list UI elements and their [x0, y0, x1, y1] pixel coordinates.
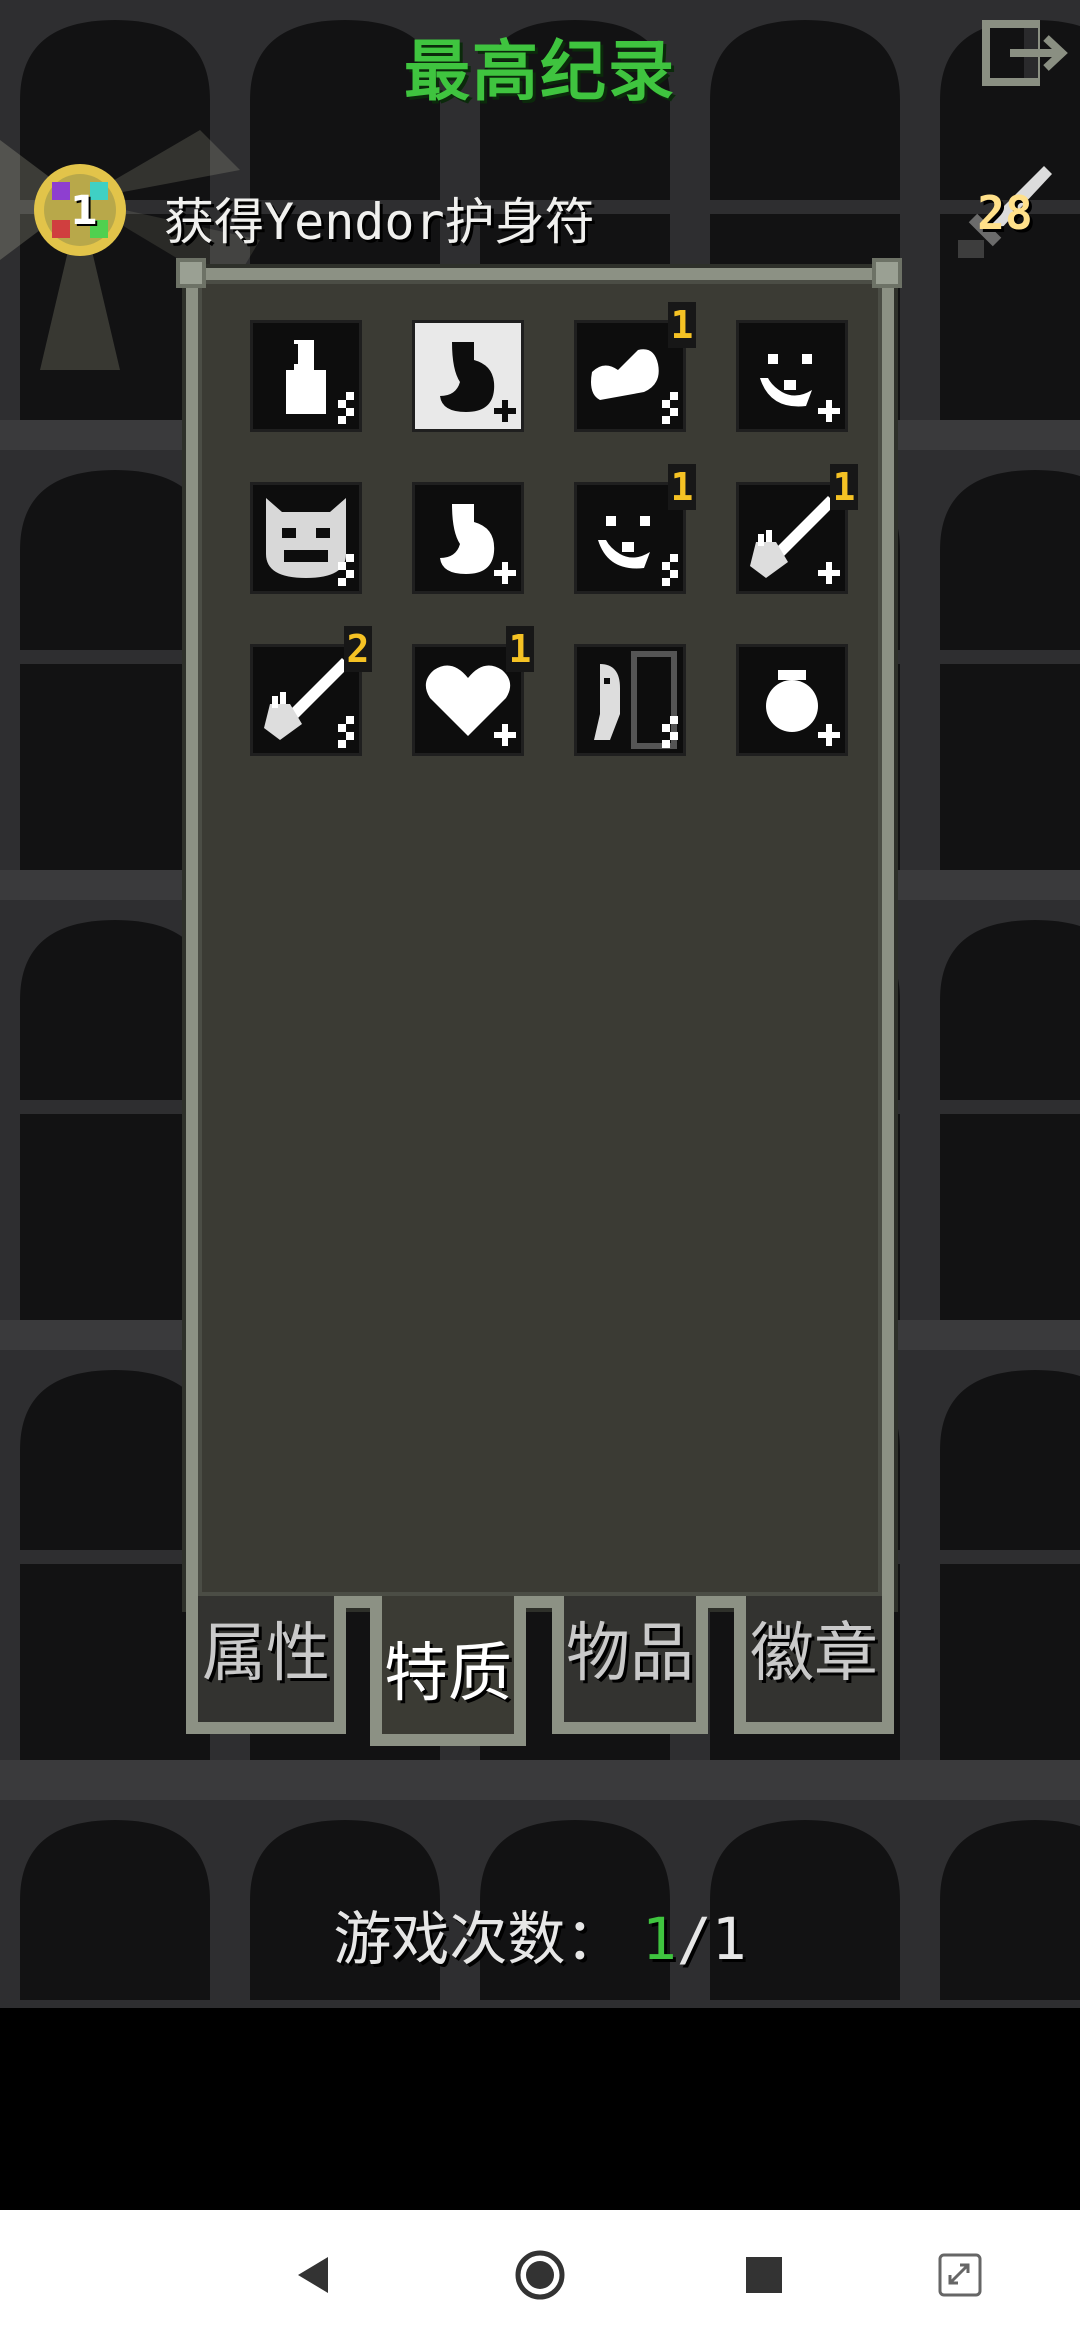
devil-mask-icon [266, 498, 354, 586]
traits-panel: 1 1 1 2 1 [186, 268, 894, 1608]
games-total: /1 [676, 1905, 747, 1973]
pot-icon [766, 670, 840, 746]
trait-slot[interactable] [412, 482, 524, 594]
bottle-icon [286, 340, 354, 424]
games-played: 游戏次数： 1/1 [0, 1892, 1080, 1976]
tab-badges[interactable]: 徽章 [734, 1596, 894, 1734]
tab-attributes[interactable]: 属性 [186, 1596, 346, 1734]
trait-slot[interactable]: 2 [250, 626, 372, 756]
trait-slot[interactable]: 1 [736, 464, 858, 594]
rotate-icon[interactable] [930, 2245, 990, 2305]
trait-slot[interactable] [574, 644, 686, 756]
smile-face-icon [760, 354, 840, 422]
tab-label: 特质 [384, 1637, 512, 1711]
tab-items[interactable]: 物品 [552, 1596, 708, 1734]
trait-slot[interactable] [250, 482, 362, 594]
recents-icon[interactable] [734, 2245, 794, 2305]
trait-slot[interactable] [412, 320, 524, 432]
stomach-icon [440, 342, 516, 422]
black-bar [0, 2008, 1080, 2210]
trait-slot[interactable] [250, 320, 362, 432]
ghost-door-icon [594, 651, 678, 749]
exit-icon[interactable] [980, 18, 1070, 88]
tab-label: 物品 [566, 1617, 694, 1691]
trait-level-badge: 2 [344, 626, 372, 672]
trait-level-badge: 1 [506, 626, 534, 672]
panel-corner [872, 258, 902, 288]
stomach-icon [440, 504, 516, 584]
page-title: 最高纪录 [404, 33, 676, 110]
trait-slot[interactable]: 1 [574, 464, 696, 594]
amulet-count: 1 [70, 188, 98, 234]
trait-slot[interactable] [736, 644, 848, 756]
games-label: 游戏次数： [333, 1905, 624, 1973]
trait-level-badge: 1 [830, 464, 858, 510]
tab-label: 属性 [202, 1617, 330, 1691]
panel-corner [176, 258, 206, 288]
back-icon[interactable] [284, 2245, 344, 2305]
trait-level-badge: 1 [668, 464, 696, 510]
tab-label: 徽章 [750, 1617, 878, 1691]
trait-level-badge: 1 [668, 302, 696, 348]
trait-slot[interactable] [736, 320, 848, 432]
tab-traits[interactable]: 特质 [370, 1596, 526, 1746]
goal-text: 获得Yendor护身符 [164, 193, 595, 251]
trait-slot[interactable]: 1 [412, 626, 534, 756]
home-icon[interactable] [510, 2245, 570, 2305]
depth-counter: 28 [977, 186, 1033, 240]
trait-slot[interactable]: 1 [574, 302, 696, 432]
games-current: 1 [641, 1905, 677, 1973]
system-navbar [0, 2210, 1080, 2340]
